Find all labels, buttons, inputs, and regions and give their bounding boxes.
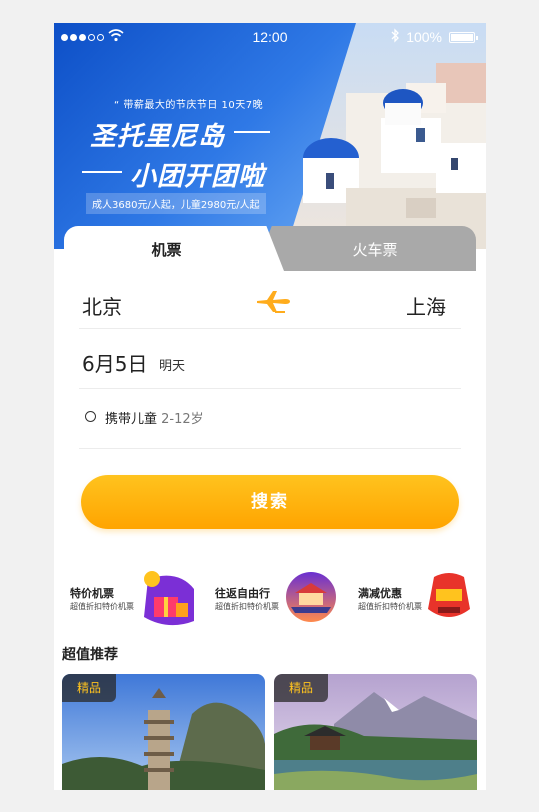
section-title: 超值推荐 (62, 647, 118, 663)
child-label-text: 携带儿童 (105, 412, 158, 427)
promo-banner[interactable]: 12:00 100% “ 带薪最大的节庆节日 10天7晚 圣托里尼岛 小团开团啦… (54, 23, 486, 249)
feature-round-trip[interactable]: 往返自由行 超值折扣特价机票 (199, 565, 343, 631)
banner-title-1: 圣托里尼岛 (90, 122, 226, 152)
tab-train[interactable]: 火车票 (254, 226, 476, 271)
tab-train-label: 火车票 (352, 241, 398, 259)
banner-subtitle: “ 带薪最大的节庆节日 10天7晚 (114, 100, 264, 111)
feature-special-flights[interactable]: 特价机票 超值折扣特价机票 (54, 565, 198, 631)
child-age-range: 2-12岁 (161, 412, 204, 427)
feature-title: 往返自由行 (215, 587, 270, 600)
recommend-card[interactable]: 精品 (274, 674, 477, 790)
banner-title-2: 小团开团啦 (130, 162, 266, 192)
feature-subtitle: 超值折扣特价机票 (358, 602, 422, 611)
santorini-photo (286, 23, 486, 249)
decor-line (82, 171, 122, 173)
feature-title: 满减优惠 (358, 587, 402, 600)
bluetooth-icon (391, 28, 399, 43)
app-screen: 12:00 100% “ 带薪最大的节庆节日 10天7晚 圣托里尼岛 小团开团啦… (54, 23, 486, 790)
card-badge: 精品 (274, 674, 328, 702)
departure-date[interactable]: 6月5日 (82, 348, 147, 377)
date-note: 明天 (159, 359, 186, 374)
from-city[interactable]: 北京 (82, 291, 122, 320)
city-row: 北京 上海 (79, 271, 461, 329)
red-packet-icon (428, 573, 470, 617)
temple-icon (286, 572, 336, 622)
child-row: 携带儿童 2-12岁 (79, 389, 461, 449)
child-radio[interactable] (85, 411, 96, 422)
battery-percent: 100% (406, 29, 442, 45)
decor-line (234, 131, 270, 133)
plane-icon[interactable] (255, 289, 291, 315)
date-row[interactable]: 6月5日 明天 (79, 329, 461, 389)
feature-subtitle: 超值折扣特价机票 (70, 602, 134, 611)
feature-subtitle: 超值折扣特价机票 (215, 602, 279, 611)
status-bar: 12:00 100% (54, 23, 486, 51)
gift-icon (144, 571, 194, 626)
feature-title: 特价机票 (70, 587, 114, 600)
battery-icon (449, 32, 478, 43)
tab-flight-label: 机票 (151, 241, 182, 259)
banner-price: 成人3680元/人起，儿童2980元/人起 (86, 193, 266, 214)
search-button[interactable]: 搜索 (81, 475, 459, 529)
to-city[interactable]: 上海 (406, 291, 446, 320)
recommend-card[interactable]: 精品 (62, 674, 265, 790)
feature-shortcuts: 特价机票 超值折扣特价机票 往返自由行 超值折扣特价机票 满减优惠 超值折扣特价… (54, 565, 486, 631)
search-form: 北京 上海 6月5日 明天 携带儿童 2-12岁 (79, 271, 461, 449)
card-badge: 精品 (62, 674, 116, 702)
ticket-type-tabs: 火车票 机票 (64, 226, 476, 271)
tab-flight[interactable]: 机票 (64, 226, 284, 271)
feature-discount[interactable]: 满减优惠 超值折扣特价机票 (342, 565, 486, 631)
child-option-label[interactable]: 携带儿童 2-12岁 (105, 408, 204, 427)
